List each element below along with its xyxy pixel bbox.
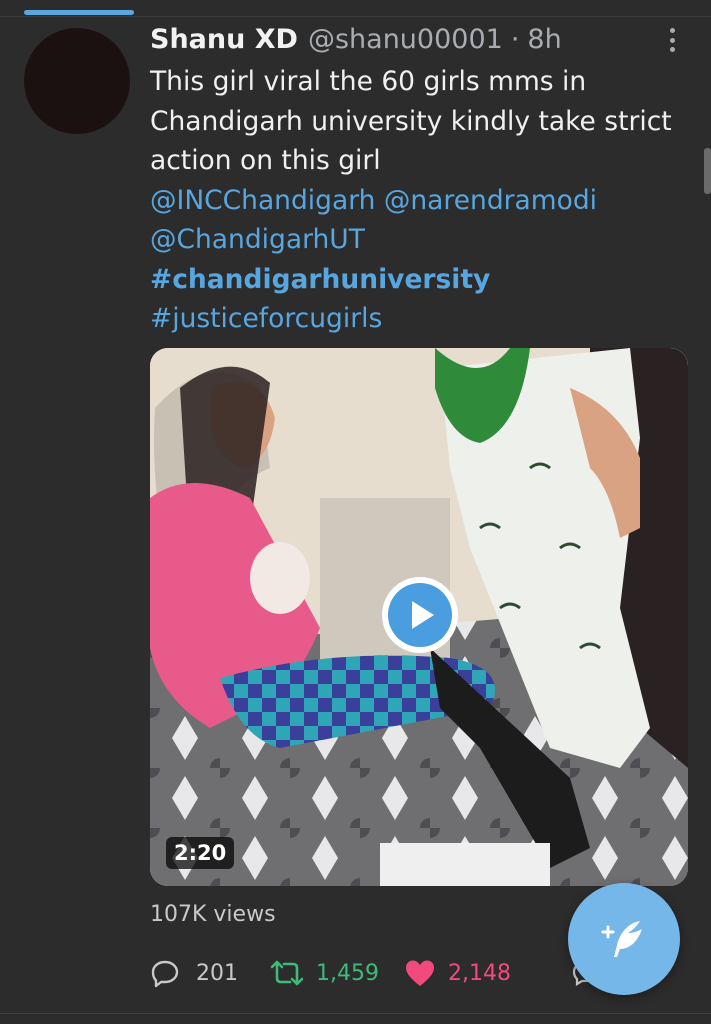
divider [0,16,711,17]
reply-button[interactable]: 201 [150,955,270,991]
tweet-text-line: Chandigarh university kindly take strict [150,105,672,137]
mentions-line: @INCChandigarh @narendramodi [150,181,690,221]
video-thumbnail[interactable]: 2:20 [150,348,688,886]
retweet-count: 1,459 [316,960,379,986]
tweet-text-line: action on this girl [150,145,381,176]
view-count: 107K views [150,902,276,927]
hashtag-link[interactable]: #chandigarhuniversity [150,264,490,295]
active-tab-indicator [24,10,134,15]
hashtag-link[interactable]: #justiceforcugirls [150,303,382,334]
video-duration-badge: 2:20 [166,837,235,869]
mention-link[interactable]: @narendramodi [384,185,597,216]
user-handle[interactable]: @shanu00001 [308,24,503,55]
play-icon [388,583,452,647]
display-name[interactable]: Shanu XD [150,24,298,55]
reply-icon [151,960,179,988]
heart-icon [406,960,434,986]
like-count: 2,148 [448,960,511,986]
compose-button[interactable] [568,883,680,995]
retweet-icon [270,960,304,986]
retweet-button[interactable]: 1,459 [270,955,404,991]
tweet-screen: Shanu XD @shanu00001 · 8h This girl vira… [0,0,711,1024]
timestamp[interactable]: 8h [527,24,561,55]
more-vertical-icon[interactable] [660,26,684,54]
tweet-actions: 201 1,459 2,148 [150,955,511,991]
reply-count: 201 [196,960,238,986]
tweet-text: This girl viral the 60 girls mms in Chan… [150,62,690,339]
scrollbar-thumb[interactable] [704,148,711,194]
mention-link[interactable]: @ChandigarhUT [150,224,365,255]
divider [0,1013,711,1014]
like-button[interactable]: 2,148 [404,955,511,991]
mention-link[interactable]: @INCChandigarh [150,185,375,216]
avatar[interactable] [24,28,130,134]
compose-feather-icon [601,921,642,957]
play-button[interactable] [382,577,458,653]
tweet-text-line: This girl viral the 60 girls mms in [150,66,587,97]
separator: · [510,24,520,55]
tweet-header: Shanu XD @shanu00001 · 8h [150,24,562,60]
